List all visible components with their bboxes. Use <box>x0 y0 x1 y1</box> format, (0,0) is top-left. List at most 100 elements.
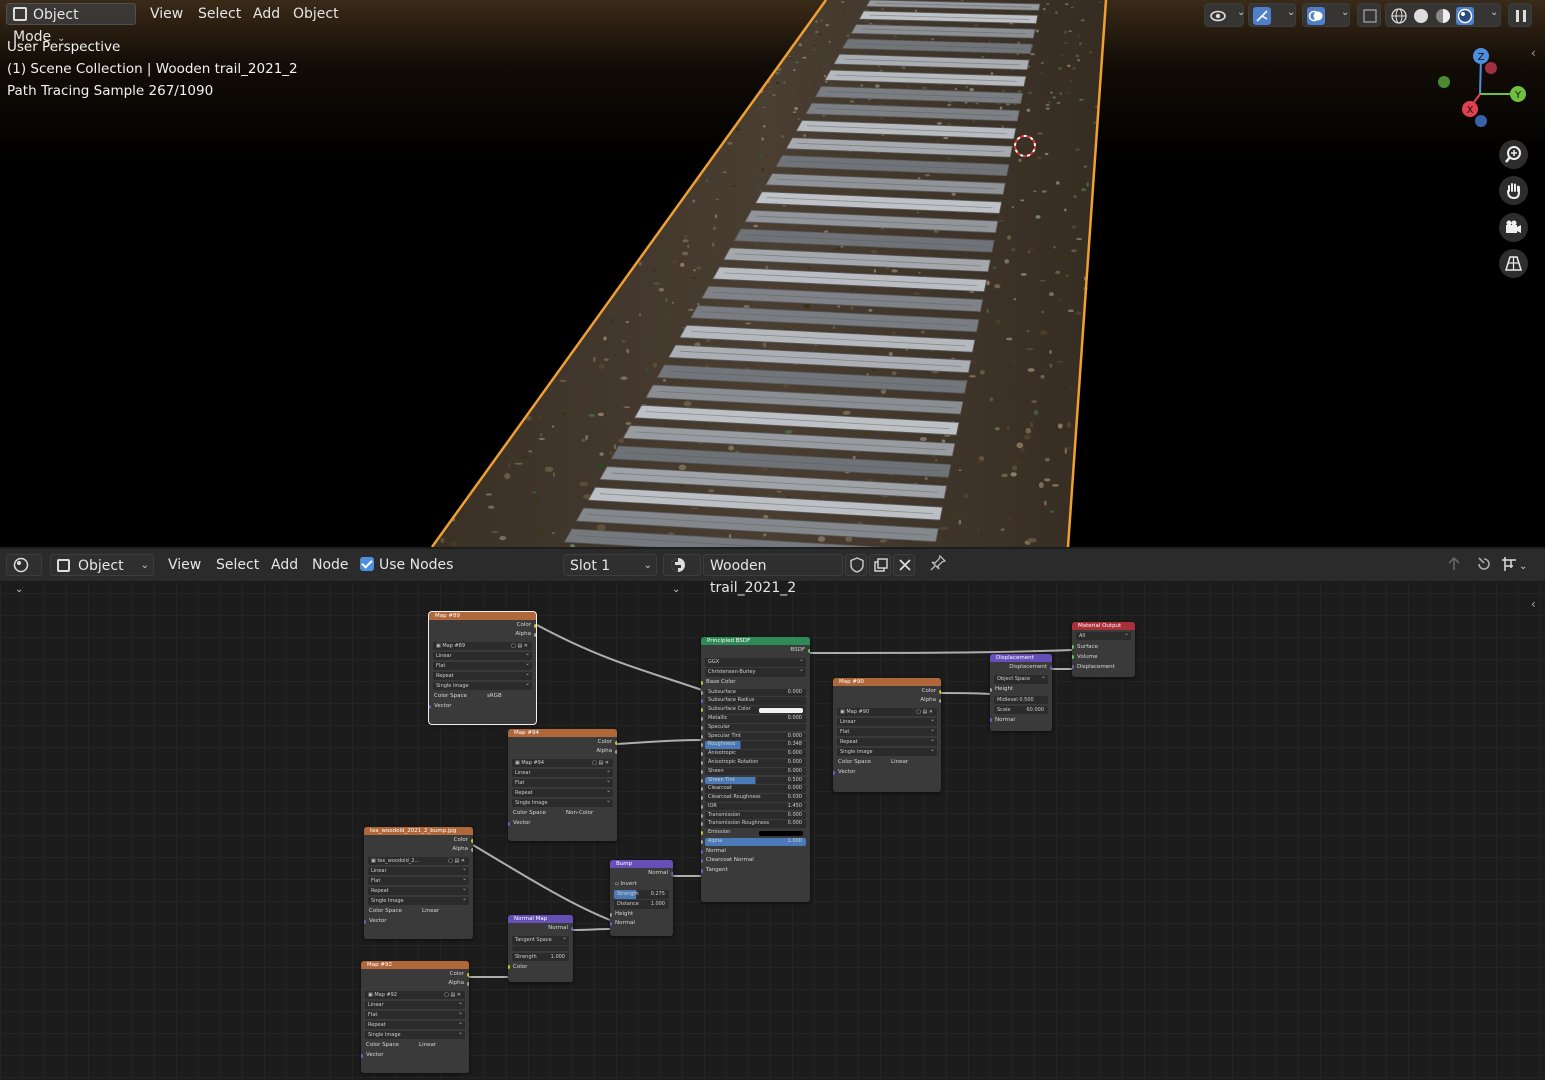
source-dropdown[interactable]: Single Image <box>368 895 469 905</box>
unlink-material-button[interactable] <box>893 554 915 576</box>
node-title[interactable]: Map #90 <box>833 678 941 686</box>
node-title[interactable]: tex_woodold_2021_2_bump.jpg <box>364 827 473 835</box>
camera-view-button[interactable] <box>1499 213 1528 242</box>
extension-dropdown[interactable]: Repeat <box>368 885 469 895</box>
image-texture-node-map94[interactable]: Map #94 Color Alpha ▣ Map #94 ▢ ▤ ✕ Linea… <box>508 729 617 841</box>
projection-dropdown[interactable]: Flat <box>368 875 469 885</box>
socket[interactable] <box>701 804 703 809</box>
color-swatch[interactable] <box>759 830 803 836</box>
node-title[interactable]: Bump <box>610 860 673 868</box>
image-texture-node-map92[interactable]: Map #92 Color Alpha ▣ Map #92 ▢ ▤ ✕ Linea… <box>361 961 469 1073</box>
socket[interactable] <box>615 749 617 754</box>
node-title[interactable]: Displacement <box>990 654 1052 662</box>
socket[interactable] <box>467 981 469 986</box>
space-dropdown[interactable]: Object Space <box>994 673 1048 684</box>
use-nodes-checkbox[interactable]: Use Nodes <box>354 554 459 576</box>
bsdf-param-field[interactable]: Metallic 0.000 <box>701 715 806 723</box>
midlevel-field[interactable]: Midlevel 0.500 <box>994 695 1048 704</box>
socket[interactable] <box>701 734 703 739</box>
color-swatch[interactable] <box>759 707 803 713</box>
shader-type-dropdown[interactable]: Object ⌄ <box>50 554 154 576</box>
socket[interactable] <box>1072 654 1074 659</box>
socket[interactable] <box>701 849 703 854</box>
socket[interactable] <box>939 690 941 694</box>
uv-map-field[interactable] <box>512 946 569 951</box>
socket[interactable] <box>471 847 473 852</box>
socket[interactable] <box>701 752 703 757</box>
socket[interactable] <box>701 839 703 844</box>
source-dropdown[interactable]: Single Image <box>512 797 613 807</box>
socket[interactable] <box>701 813 703 818</box>
parent-node-tree-button[interactable] <box>1440 554 1468 576</box>
normal-map-node[interactable]: Normal Map Normal Tangent Space Strength… <box>508 915 573 982</box>
source-dropdown[interactable]: Single Image <box>837 746 937 756</box>
node-title[interactable]: Normal Map <box>508 915 573 923</box>
ne-menu-node[interactable]: Node <box>306 554 355 576</box>
bsdf-param-field[interactable]: Clearcoat Roughness 0.030 <box>701 794 806 802</box>
menu-view[interactable]: View <box>144 3 189 25</box>
extension-dropdown[interactable]: Repeat <box>365 1019 465 1029</box>
socket[interactable] <box>361 1053 363 1058</box>
socket[interactable] <box>615 741 617 745</box>
scale-field[interactable]: Scale 60.000 <box>994 705 1048 714</box>
interpolation-dropdown[interactable]: Linear <box>512 767 613 777</box>
bsdf-param-field[interactable]: Subsurface Color <box>701 706 806 714</box>
bsdf-param-field[interactable]: Specular <box>701 723 806 732</box>
distance-field[interactable]: Distance 1.000 <box>614 900 669 909</box>
socket[interactable] <box>467 973 469 977</box>
color-space-row[interactable]: Color Space Non-Color <box>508 809 617 818</box>
object-mode-dropdown[interactable]: Object Mode ⌄ <box>6 3 136 45</box>
image-selector[interactable]: ▣ Map #89 ▢ ▤ ✕ <box>433 641 532 650</box>
color-space-row[interactable]: Color Space Linear <box>364 907 473 916</box>
bsdf-param-field[interactable]: Roughness 0.348 <box>701 741 806 749</box>
image-selector[interactable]: ▣ Map #90 ▢ ▤ ✕ <box>837 707 937 716</box>
pan-button[interactable] <box>1499 176 1528 205</box>
socket[interactable] <box>701 760 703 765</box>
socket[interactable] <box>610 921 612 926</box>
image-selector[interactable]: ▣ Map #94 ▢ ▤ ✕ <box>512 758 613 767</box>
visibility-dropdown[interactable]: ⌄ <box>1204 3 1245 27</box>
socket[interactable] <box>701 743 703 748</box>
color-space-row[interactable]: Color Space Linear <box>361 1041 469 1050</box>
bump-node[interactable]: Bump Normal ▫ Invert Strength 0.275 Dista… <box>610 860 673 936</box>
rendered-shading-icon[interactable] <box>1456 7 1474 25</box>
interpolation-dropdown[interactable]: Linear <box>365 999 465 1009</box>
node-title[interactable]: Map #94 <box>508 729 617 737</box>
bsdf-param-field[interactable]: Sheen 0.000 <box>701 767 806 776</box>
bsdf-param-field[interactable]: Subsurface 0.000 <box>701 688 806 697</box>
projection-dropdown[interactable]: Flat <box>512 777 613 787</box>
socket[interactable] <box>1050 666 1052 670</box>
bsdf-param-field[interactable]: Specular Tint 0.000 <box>701 732 806 741</box>
socket[interactable] <box>508 965 510 969</box>
material-shading-icon[interactable] <box>1434 7 1452 25</box>
solid-shading-icon[interactable] <box>1412 7 1430 25</box>
navigation-gizmo[interactable]: Z Y X <box>1430 44 1530 130</box>
interpolation-dropdown[interactable]: Linear <box>433 650 532 660</box>
perspective-toggle-button[interactable] <box>1499 249 1528 278</box>
target-dropdown[interactable]: All <box>1076 630 1131 640</box>
snap-element-dropdown[interactable]: ⌄ <box>1495 554 1533 576</box>
bsdf-param-field[interactable]: Anisotropic Rotation 0.000 <box>701 758 806 767</box>
principled-bsdf-node[interactable]: Principled BSDF BSDF GGX Christensen-Bur… <box>701 637 810 902</box>
socket[interactable] <box>571 927 573 931</box>
socket[interactable] <box>701 859 703 864</box>
socket[interactable] <box>939 698 941 703</box>
menu-select[interactable]: Select <box>192 3 247 25</box>
interpolation-dropdown[interactable]: Linear <box>837 716 937 726</box>
ne-menu-add[interactable]: Add <box>265 554 304 576</box>
color-space-row[interactable]: Color Space Linear <box>833 758 941 767</box>
bsdf-param-field[interactable]: Transmission Roughness 0.000 <box>701 820 806 828</box>
material-name-field[interactable]: Wooden trail_2021_2 <box>703 554 843 596</box>
strength-field[interactable]: Strength 1.000 <box>512 952 569 961</box>
socket[interactable] <box>701 690 703 695</box>
source-dropdown[interactable]: Single Image <box>365 1029 465 1039</box>
pause-render-button[interactable] <box>1508 3 1532 27</box>
menu-object[interactable]: Object <box>287 3 345 25</box>
bsdf-param-field[interactable]: Sheen Tint 0.500 <box>701 776 806 785</box>
socket[interactable] <box>701 778 703 783</box>
socket[interactable] <box>990 718 992 722</box>
bsdf-param-field[interactable]: IOR 1.450 <box>701 802 806 811</box>
extension-dropdown[interactable]: Repeat <box>512 787 613 797</box>
node-title[interactable]: Principled BSDF <box>701 637 810 645</box>
distribution-dropdown[interactable]: GGX <box>705 656 806 667</box>
